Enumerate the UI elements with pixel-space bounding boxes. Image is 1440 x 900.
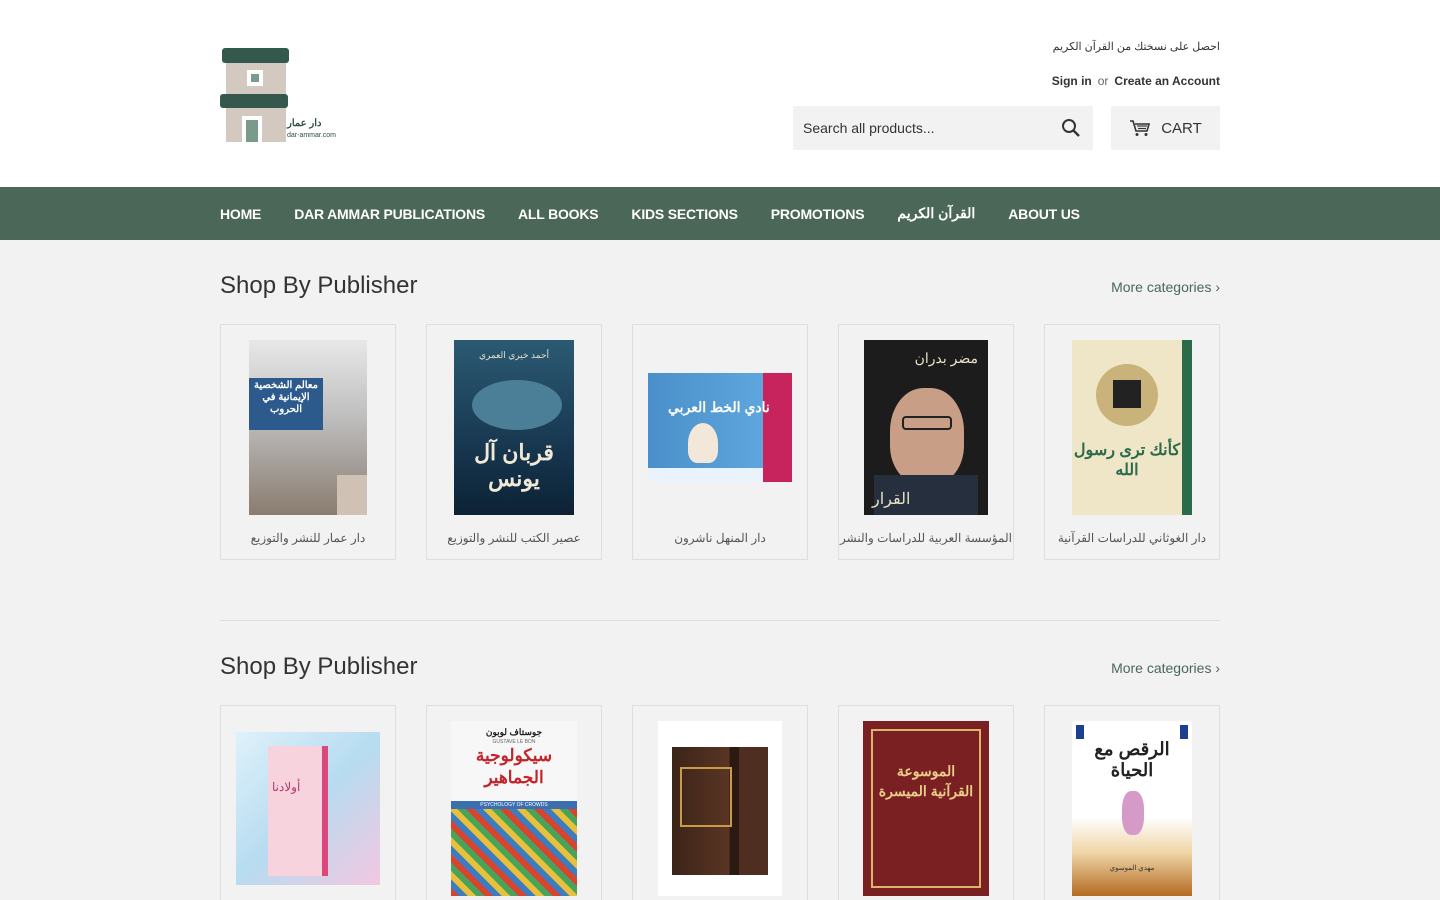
- cover-title: الموسوعة القرآنية الميسرة: [878, 763, 974, 799]
- nav-item-all-books[interactable]: ALL BOOKS: [518, 206, 599, 222]
- cart-label: CART: [1161, 119, 1202, 137]
- cover-title: الرقص مع الحياة: [1094, 739, 1170, 780]
- book-cover: [658, 721, 782, 896]
- publisher-name: دار عمار للنشر والتوزيع: [250, 531, 366, 545]
- quran-promo-link[interactable]: احصل على نسختك من القرآن الكريم: [1053, 40, 1220, 53]
- publisher-name: دار الغوثاني للدراسات القرآنية: [1057, 531, 1207, 545]
- book-cover: كأنك ترى رسول الله: [1072, 340, 1192, 515]
- nav-item-promotions[interactable]: PROMOTIONS: [771, 206, 865, 222]
- logo-text: دار عمار: [287, 118, 322, 129]
- main-nav: HOME DAR AMMAR PUBLICATIONS ALL BOOKS KI…: [0, 187, 1440, 240]
- section-title: Shop By Publisher: [220, 653, 418, 680]
- search-icon[interactable]: [1061, 118, 1081, 138]
- create-account-link[interactable]: Create an Account: [1114, 74, 1220, 88]
- book-cover: الموسوعة القرآنية الميسرة: [863, 721, 989, 896]
- nav-item-about-us[interactable]: ABOUT US: [1008, 206, 1080, 222]
- publisher-card[interactable]: جوستاف لوبون GUSTAVE LE BON سيكولوجية ال…: [426, 705, 602, 900]
- publisher-name: المؤسسة العربية للدراسات والنشر: [840, 531, 1012, 545]
- publisher-card[interactable]: مضر بدران القرار المؤسسة العربية للدراسا…: [838, 324, 1014, 560]
- logo-url: dar-ammar.com: [287, 132, 337, 139]
- book-cover: مضر بدران القرار: [864, 340, 988, 515]
- publisher-card[interactable]: الموسوعة القرآنية الميسرة: [838, 705, 1014, 900]
- cover-title: معالم الشخصية الإيمانية في الحروب: [254, 380, 318, 415]
- cover-title: كأنك ترى رسول الله: [1073, 442, 1181, 479]
- search-input[interactable]: [793, 120, 1043, 136]
- publisher-card[interactable]: كأنك ترى رسول الله دار الغوثاني للدراسات…: [1044, 324, 1220, 560]
- book-cover: معالم الشخصية الإيمانية في الحروب: [249, 340, 367, 515]
- book-cover: أولادنا: [236, 732, 380, 885]
- nav-item-dar-ammar-publications[interactable]: DAR AMMAR PUBLICATIONS: [294, 206, 485, 222]
- book-cover: نادي الخط العربي: [648, 373, 792, 482]
- publisher-grid: معالم الشخصية الإيمانية في الحروب دار عم…: [220, 324, 1220, 560]
- publisher-card[interactable]: أولادنا: [220, 705, 396, 900]
- site-logo[interactable]: دار عمار dar-ammar.com: [220, 46, 350, 142]
- publisher-card[interactable]: معالم الشخصية الإيمانية في الحروب دار عم…: [220, 324, 396, 560]
- sign-in-link[interactable]: Sign in: [1052, 74, 1092, 88]
- publisher-card[interactable]: أحمد خيري العمري قربان آل يونس عصير الكت…: [426, 324, 602, 560]
- book-cover: جوستاف لوبون GUSTAVE LE BON سيكولوجية ال…: [451, 721, 577, 896]
- cover-title: سيكولوجية الجماهير: [475, 746, 553, 787]
- cart-button[interactable]: CART: [1111, 106, 1220, 150]
- more-categories-link[interactable]: More categories ›: [1111, 660, 1220, 676]
- more-categories-link[interactable]: More categories ›: [1111, 279, 1220, 295]
- cover-title: أولادنا: [272, 780, 301, 794]
- cover-title: القرار: [872, 491, 911, 508]
- publisher-name: دار المنهل ناشرون: [674, 531, 766, 545]
- cart-icon: [1130, 120, 1151, 136]
- cover-author: مضر بدران: [914, 350, 978, 366]
- cover-author: مهدي الموسوي: [1109, 865, 1155, 872]
- or-text: or: [1097, 74, 1109, 88]
- search-bar: [793, 106, 1093, 150]
- section-title: Shop By Publisher: [220, 272, 418, 299]
- publisher-card[interactable]: [632, 705, 808, 900]
- site-header: دار عمار dar-ammar.com احصل على نسختك من…: [0, 0, 1440, 187]
- nav-item-quran[interactable]: القرآن الكريم: [897, 205, 975, 222]
- publisher-card[interactable]: نادي الخط العربي دار المنهل ناشرون: [632, 324, 808, 560]
- nav-item-kids-sections[interactable]: KIDS SECTIONS: [631, 206, 738, 222]
- cover-title: قربان آل يونس: [474, 440, 554, 491]
- publisher-name: عصير الكتب للنشر والتوزيع: [447, 531, 581, 545]
- publisher-section: Shop By Publisher More categories › معال…: [220, 240, 1220, 560]
- cover-author: أحمد خيري العمري: [478, 350, 550, 360]
- cover-author: جوستاف لوبون: [485, 727, 543, 737]
- account-links: Sign in or Create an Account: [1052, 74, 1220, 88]
- cover-title: نادي الخط العربي: [668, 399, 770, 415]
- book-cover: أحمد خيري العمري قربان آل يونس: [454, 340, 574, 515]
- publisher-card[interactable]: الرقص مع الحياة مهدي الموسوي: [1044, 705, 1220, 900]
- main-content: Shop By Publisher More categories › معال…: [220, 240, 1220, 900]
- publisher-grid: أولادنا جوستاف لوبون GUSTAVE LE BON سيكو…: [220, 705, 1220, 900]
- book-cover: الرقص مع الحياة مهدي الموسوي: [1072, 721, 1192, 896]
- nav-item-home[interactable]: HOME: [220, 206, 261, 222]
- cover-subtitle-en: PSYCHOLOGY OF CROWDS: [480, 802, 548, 808]
- publisher-section: Shop By Publisher More categories › أولا…: [220, 621, 1220, 900]
